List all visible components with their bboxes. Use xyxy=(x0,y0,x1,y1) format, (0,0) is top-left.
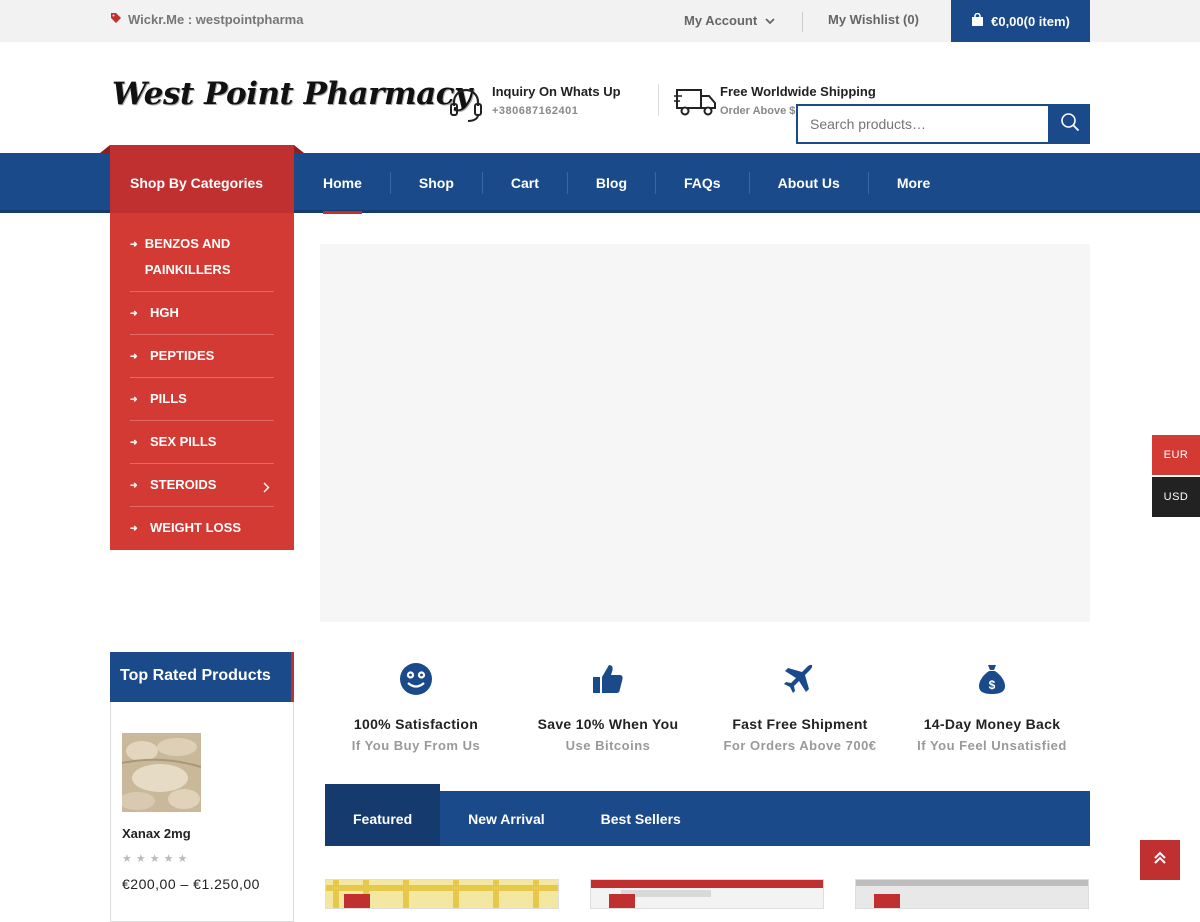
category-label: STEROIDS xyxy=(150,477,217,492)
feature-title: 14-Day Money Back xyxy=(923,716,1061,732)
category-list: ➜ BENZOS AND PAINKILLERS ➜ HGH ➜ PEPTIDE… xyxy=(110,213,294,550)
category-label: SEX PILLS xyxy=(150,434,217,449)
search-input[interactable] xyxy=(796,104,1050,144)
nav-blog[interactable]: Blog xyxy=(596,153,627,213)
category-label: PILLS xyxy=(150,391,187,406)
category-label: PEPTIDES xyxy=(150,348,215,363)
airplane-icon xyxy=(783,662,817,698)
feature-title: Save 10% When You xyxy=(537,716,679,732)
wickr-contact: Wickr.Me : westpointpharma xyxy=(110,12,303,27)
my-account-dropdown[interactable]: My Account xyxy=(684,13,775,28)
feature-bitcoin-savings: Save 10% When You Use Bitcoins xyxy=(512,662,704,753)
feature-free-shipment: Fast Free Shipment For Orders Above 700€ xyxy=(704,662,896,753)
product-price: €200,00 – €1.250,00 xyxy=(122,876,260,892)
nav-shop[interactable]: Shop xyxy=(419,153,454,213)
search-icon xyxy=(1060,112,1080,137)
nav-more[interactable]: More xyxy=(897,153,930,213)
category-weight-loss[interactable]: ➜ WEIGHT LOSS xyxy=(130,507,274,549)
product-tabs: Featured New Arrival Best Sellers xyxy=(325,784,1090,846)
inquiry-block: Inquiry On Whats Up +380687162401 xyxy=(446,84,621,129)
smiley-icon xyxy=(399,662,433,698)
nav-divider xyxy=(389,172,391,194)
headset-icon xyxy=(446,84,486,129)
top-rated-products: Xanax 2mg ★★★★★ €200,00 – €1.250,00 xyxy=(110,702,294,922)
category-peptides[interactable]: ➜ PEPTIDES xyxy=(130,335,274,378)
currency-usd[interactable]: USD xyxy=(1152,477,1200,517)
category-hgh[interactable]: ➜ HGH xyxy=(130,292,274,335)
rating-stars: ★★★★★ xyxy=(122,853,192,865)
arrow-right-icon: ➜ xyxy=(130,351,138,361)
topbar-divider xyxy=(802,12,803,32)
cart-total: €0,00(0 item) xyxy=(991,13,1070,29)
tab-new-arrival[interactable]: New Arrival xyxy=(440,791,573,846)
product-card[interactable] xyxy=(590,879,824,909)
hero-slider[interactable] xyxy=(320,244,1090,622)
product-thumbnail[interactable] xyxy=(122,733,201,812)
top-rated-heading: Top Rated Products xyxy=(110,652,294,702)
tab-best-sellers[interactable]: Best Sellers xyxy=(573,791,709,846)
site-logo[interactable]: West Point Pharmacy xyxy=(112,76,472,112)
search-button[interactable] xyxy=(1050,104,1090,144)
product-name[interactable]: Xanax 2mg xyxy=(122,826,191,841)
nav-divider xyxy=(867,172,869,194)
currency-eur[interactable]: EUR xyxy=(1152,435,1200,475)
feature-money-back: $ 14-Day Money Back If You Feel Unsatisf… xyxy=(896,662,1088,753)
nav-divider xyxy=(481,172,483,194)
category-pills[interactable]: ➜ PILLS xyxy=(130,378,274,421)
top-bar: Wickr.Me : westpointpharma My Account My… xyxy=(0,0,1200,42)
arrow-right-icon: ➜ xyxy=(130,239,138,249)
product-card[interactable] xyxy=(855,879,1089,909)
feature-satisfaction: 100% Satisfaction If You Buy From Us xyxy=(320,662,512,753)
arrow-right-icon: ➜ xyxy=(130,394,138,404)
my-account-label: My Account xyxy=(684,13,758,28)
chevron-right-icon[interactable] xyxy=(263,476,270,502)
product-search xyxy=(796,104,1090,144)
back-to-top-button[interactable] xyxy=(1140,840,1180,880)
product-card[interactable] xyxy=(325,879,559,909)
thumbs-up-icon xyxy=(591,662,625,698)
category-benzos-and-painkillers[interactable]: ➜ BENZOS AND PAINKILLERS xyxy=(130,223,274,292)
double-chevron-up-icon xyxy=(1153,851,1167,870)
feature-title: Fast Free Shipment xyxy=(732,716,868,732)
arrow-right-icon: ➜ xyxy=(130,523,138,533)
category-label: WEIGHT LOSS xyxy=(150,520,241,535)
feature-subtitle: For Orders Above 700€ xyxy=(723,738,877,753)
nav-home[interactable]: Home xyxy=(323,153,362,214)
category-sex-pills[interactable]: ➜ SEX PILLS xyxy=(130,421,274,464)
category-label: BENZOS AND PAINKILLERS xyxy=(144,236,231,277)
header-divider xyxy=(658,84,659,116)
category-label: HGH xyxy=(150,305,179,320)
feature-subtitle: Use Bitcoins xyxy=(565,738,651,753)
chevron-down-icon xyxy=(765,13,775,28)
svg-text:$: $ xyxy=(989,678,996,692)
shipping-title: Free Worldwide Shipping xyxy=(720,84,876,99)
feature-subtitle: If You Feel Unsatisfied xyxy=(917,738,1067,753)
shopping-bag-icon xyxy=(971,12,984,30)
arrow-right-icon: ➜ xyxy=(130,308,138,318)
arrow-right-icon: ➜ xyxy=(130,437,138,447)
feature-strip: 100% Satisfaction If You Buy From Us Sav… xyxy=(320,662,1090,753)
tag-icon xyxy=(110,12,122,27)
wickr-text: Wickr.Me : westpointpharma xyxy=(128,12,304,27)
wishlist-link[interactable]: My Wishlist (0) xyxy=(828,12,919,27)
inquiry-title: Inquiry On Whats Up xyxy=(492,84,621,99)
nav-divider xyxy=(748,172,750,194)
arrow-right-icon: ➜ xyxy=(130,480,138,490)
money-bag-icon: $ xyxy=(975,662,1009,698)
nav-faqs[interactable]: FAQs xyxy=(684,153,721,213)
inquiry-phone: +380687162401 xyxy=(492,105,579,117)
nav-cart[interactable]: Cart xyxy=(511,153,539,213)
main-menu: Home Shop Cart Blog FAQs About Us More xyxy=(323,153,930,214)
tab-featured[interactable]: Featured xyxy=(325,784,441,846)
mini-cart-button[interactable]: €0,00(0 item) xyxy=(951,0,1090,42)
shop-by-categories-toggle[interactable]: Shop By Categories xyxy=(100,145,304,213)
category-steroids[interactable]: ➜ STEROIDS xyxy=(130,464,274,507)
nav-divider xyxy=(566,172,568,194)
nav-about-us[interactable]: About Us xyxy=(778,153,840,213)
feature-subtitle: If You Buy From Us xyxy=(351,738,481,753)
nav-divider xyxy=(655,172,657,194)
feature-title: 100% Satisfaction xyxy=(353,716,479,732)
truck-icon xyxy=(674,84,718,123)
